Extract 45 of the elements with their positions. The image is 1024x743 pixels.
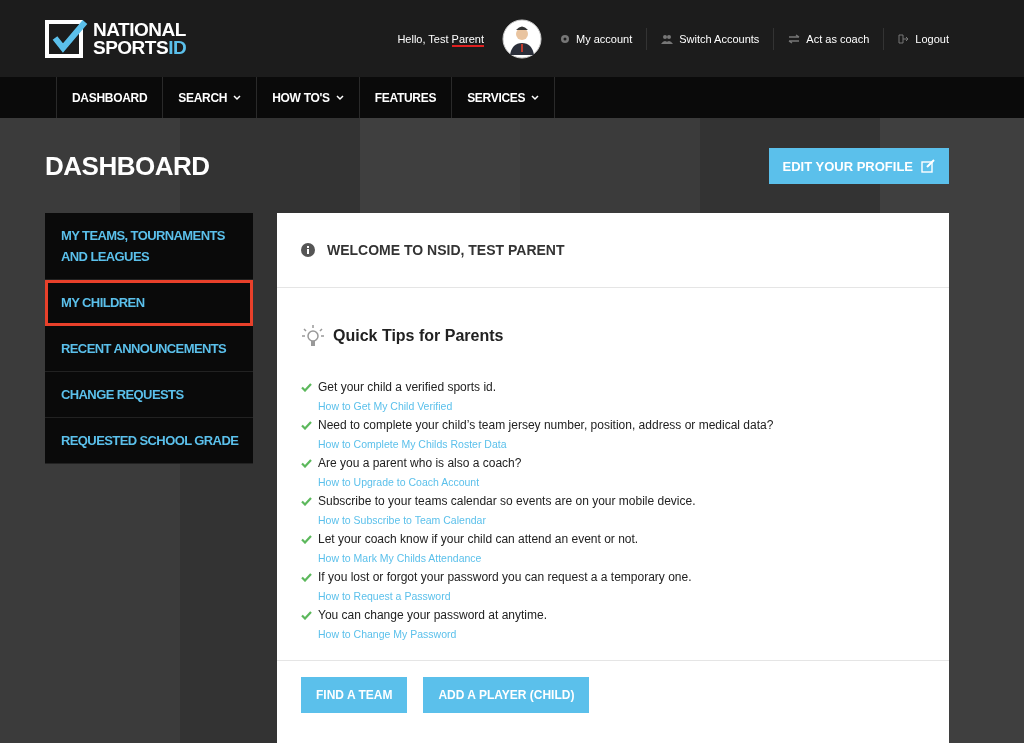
tip-text: Subscribe to your teams calendar so events are on your mobile device. — [318, 493, 696, 510]
chevron-down-icon — [233, 94, 242, 101]
sidebar-item[interactable]: REQUESTED SCHOOL GRADE — [45, 418, 253, 464]
chevron-down-icon — [335, 94, 344, 101]
page-title: DASHBOARD — [45, 150, 210, 182]
checkmark-icon — [301, 421, 312, 430]
sidebar-item[interactable]: RECENT ANNOUNCEMENTS — [45, 326, 253, 372]
lightbulb-icon — [301, 324, 325, 348]
edit-icon — [921, 159, 935, 173]
checkmark-icon — [301, 383, 312, 392]
nav-item[interactable]: SERVICES — [451, 77, 556, 118]
nav-item[interactable]: DASHBOARD — [56, 77, 163, 118]
tips-heading: Quick Tips for Parents — [333, 327, 504, 345]
chevron-down-icon — [531, 94, 540, 101]
checkmark-icon — [301, 497, 312, 506]
logout-icon — [898, 33, 910, 44]
nav-item[interactable]: FEATURES — [358, 77, 452, 118]
tip-text: Are you a parent who is also a coach? — [318, 455, 522, 472]
tip-text: You can change your password at anytime. — [318, 607, 548, 624]
checkbox-logo-icon — [45, 17, 89, 60]
sidebar-item[interactable]: MY CHILDREN — [45, 280, 253, 326]
sidebar-item[interactable]: MY TEAMS, TOURNAMENTS AND LEAGUES — [45, 213, 253, 280]
tip-text: Let your coach know if your child can attend an event or not. — [318, 531, 639, 548]
tip-text: If you lost or forgot your password you can request a a temporary one. — [318, 569, 692, 586]
swap-arrows-icon — [788, 33, 801, 44]
header-link[interactable]: Switch Accounts — [661, 32, 760, 45]
avatar-icon[interactable] — [502, 18, 542, 59]
checkmark-icon — [301, 535, 312, 544]
checkmark-icon — [301, 459, 312, 468]
checkmark-icon — [301, 611, 312, 620]
checkmark-icon — [301, 573, 312, 582]
nav-item[interactable]: SEARCH — [162, 77, 257, 118]
user-greeting: Hello, Test Parent — [397, 32, 484, 45]
info-icon — [301, 243, 315, 257]
settings-icon — [560, 33, 570, 44]
tip-text: Need to complete your child’s team jersey number, position, address or medical data? — [318, 417, 774, 434]
sidebar-item[interactable]: CHANGE REQUESTS — [45, 372, 253, 418]
header-link[interactable]: Act as coach — [788, 32, 870, 45]
card-title: WELCOME TO NSID, TEST PARENT — [327, 242, 565, 258]
nav-item[interactable]: HOW TO'S — [256, 77, 359, 118]
header-link[interactable]: My account — [560, 32, 633, 45]
tip-text: Get your child a verified sports id. — [318, 379, 497, 396]
users-icon — [661, 33, 674, 44]
logo-wordmark: NATIONAL SPORTSID — [93, 20, 187, 57]
header-link[interactable]: Logout — [898, 32, 949, 45]
